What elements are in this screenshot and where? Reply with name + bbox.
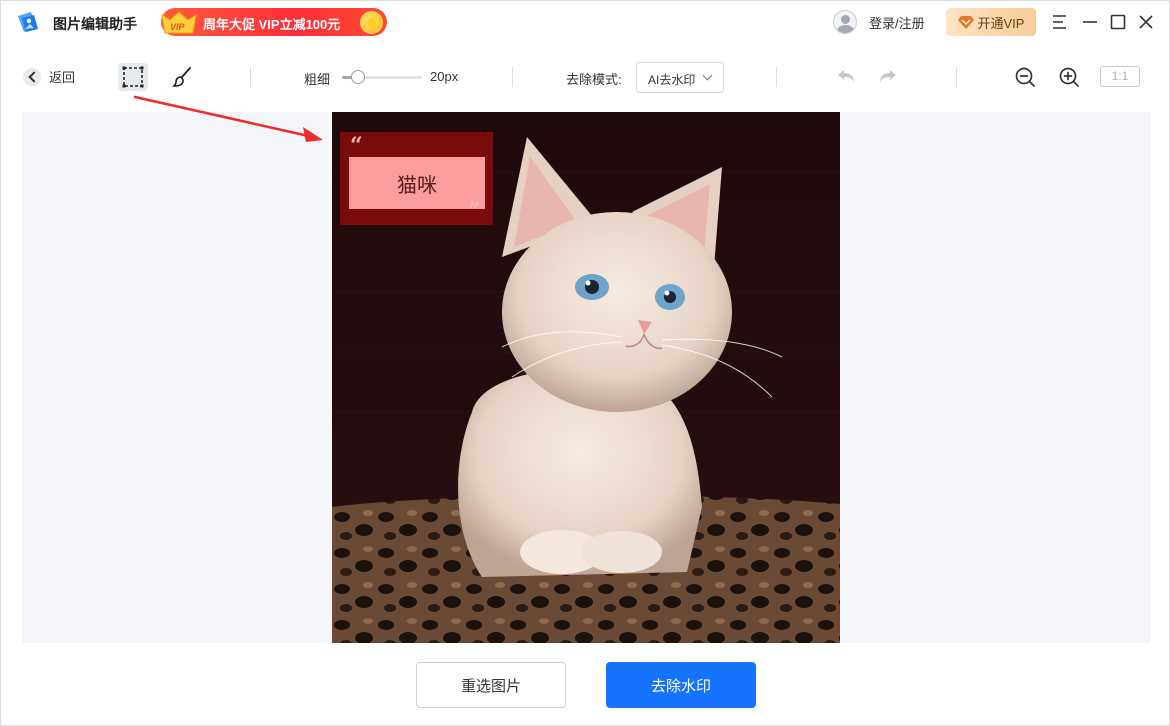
rect-select-icon (122, 66, 144, 88)
promo-badge-text: VIP (170, 22, 186, 32)
toolbar-divider (776, 67, 777, 87)
kitten-photo[interactable]: “ 猫咪 ” (332, 112, 840, 643)
rect-select-tool[interactable] (118, 63, 148, 91)
minimize-icon[interactable] (1080, 12, 1100, 32)
toolbar-divider (956, 67, 957, 87)
avatar-icon (833, 10, 857, 34)
toolbar-divider (512, 67, 513, 87)
watermark-box[interactable]: “ 猫咪 ” (340, 132, 493, 225)
brush-icon[interactable] (169, 63, 197, 91)
promo-banner[interactable]: VIP 周年大促 VIP立减100元 (161, 8, 387, 36)
promo-text: 周年大促 VIP立减100元 (203, 17, 341, 32)
thickness-label: 粗细 (304, 72, 331, 87)
remove-mode-label: 去除模式: (566, 72, 622, 87)
diamond-icon (957, 16, 974, 29)
zoom-out-icon[interactable] (1013, 65, 1037, 89)
watermark-inner: 猫咪 (349, 157, 485, 209)
slider-knob[interactable] (351, 70, 365, 84)
watermark-close-quote: ” (468, 198, 481, 224)
coin-icon (360, 11, 383, 34)
menu-icon[interactable] (1050, 12, 1070, 32)
maximize-icon[interactable] (1108, 12, 1128, 32)
remove-mode-value: AI去水印 (648, 73, 696, 87)
remove-watermark-button[interactable]: 去除水印 (606, 662, 756, 708)
chevron-left-icon (23, 67, 41, 86)
watermark-open-quote: “ (350, 133, 363, 159)
watermark-text: 猫咪 (397, 174, 437, 197)
chevron-down-icon (702, 70, 713, 81)
app-title: 图片编辑助手 (53, 16, 137, 32)
back-label: 返回 (49, 70, 76, 85)
undo-icon[interactable] (834, 65, 858, 89)
thickness-value: 20px (430, 69, 459, 84)
editor-canvas[interactable]: “ 猫咪 ” (22, 112, 1150, 643)
vip-button-label: 开通VIP (977, 15, 1025, 31)
login-text: 登录/注册 (869, 15, 925, 31)
redo-icon[interactable] (876, 65, 900, 89)
back-button[interactable]: 返回 (23, 67, 75, 86)
close-icon[interactable] (1136, 12, 1156, 32)
vip-crown-icon: VIP (161, 11, 197, 34)
reselect-image-button[interactable]: 重选图片 (416, 662, 566, 708)
zoom-in-icon[interactable] (1057, 65, 1081, 89)
open-vip-button[interactable]: 开通VIP (946, 8, 1036, 36)
toolbar-divider (250, 67, 251, 87)
login-register-link[interactable]: 登录/注册 (833, 10, 925, 34)
actual-size-button[interactable]: 1:1 (1100, 66, 1140, 87)
thickness-slider[interactable] (342, 68, 424, 86)
app-window: 图片编辑助手 VIP 周年大促 VIP立减100元 登录/注册 开通VIP 返回… (0, 0, 1170, 726)
app-logo-icon (18, 12, 38, 32)
remove-mode-select[interactable]: AI去水印 (636, 62, 724, 93)
title-bar: 图片编辑助手 VIP 周年大促 VIP立减100元 登录/注册 开通VIP (1, 1, 1169, 43)
annotation-arrow (133, 95, 323, 142)
